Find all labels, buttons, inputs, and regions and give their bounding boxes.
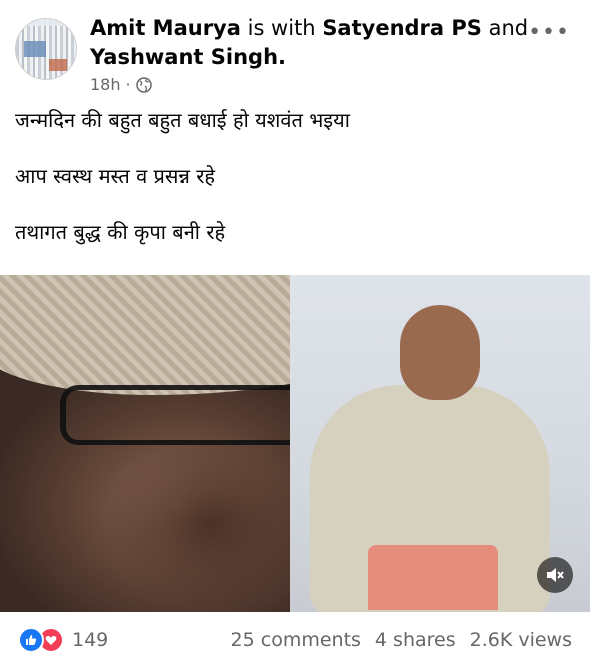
post-meta: 18h · [90,75,152,94]
tagged-user-2[interactable]: Yashwant Singh. [90,45,286,69]
and-text: and [488,16,529,40]
comments-count[interactable]: 25 comments [231,629,361,651]
shares-count[interactable]: 4 shares [375,629,456,651]
post-body: जन्मदिन की बहुत बहुत बधाई हो यशवंत भइया … [15,106,575,274]
reactions-summary[interactable]: 149 [18,627,108,653]
author-name[interactable]: Amit Maurya [90,16,241,40]
speaker-muted-icon[interactable] [537,557,573,593]
author-avatar[interactable] [15,18,77,80]
post-text-line: आप स्वस्थ मस्त व प्रसन्न रहे [15,164,216,188]
birthday-cake [368,545,498,610]
reaction-count: 149 [72,629,109,651]
meta-separator: · [125,75,131,94]
post-text-line: जन्मदिन की बहुत बहुत बधाई हो यशवंत भइया [15,108,350,132]
post-text-line: तथागत बुद्ध की कृपा बनी रहे [15,220,226,244]
tagged-user-1[interactable]: Satyendra PS [322,16,482,40]
globe-icon[interactable] [135,76,152,93]
views-count: 2.6K views [469,629,572,651]
birthday-man-head [400,305,480,400]
post-stats: 25 comments 4 shares 2.6K views [231,629,572,651]
author-line: Amit Maurya is with Satyendra PS and Yas… [90,14,530,72]
post-time[interactable]: 18h [90,75,121,94]
with-text: is with [247,16,316,40]
post-video[interactable] [0,275,590,612]
like-icon [18,627,44,653]
post-footer: 149 25 comments 4 shares 2.6K views [0,617,590,667]
more-dots-icon[interactable]: ••• [528,20,570,45]
post-header: Amit Maurya is with Satyendra PS and Yas… [0,0,590,100]
